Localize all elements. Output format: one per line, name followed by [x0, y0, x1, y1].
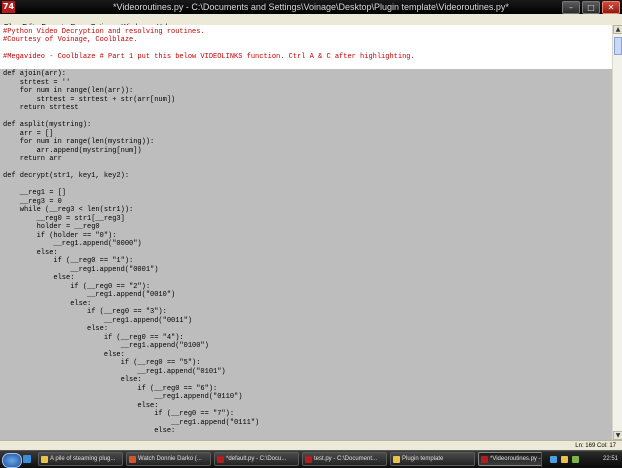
vertical-scrollbar[interactable]: ▲ ▼ [612, 25, 622, 440]
code-line: if (holder == "0"): [3, 231, 117, 240]
comment-line: #Courtesy of Voinage, Coolblaze. [3, 36, 138, 44]
minimize-button[interactable]: – [562, 1, 580, 14]
code-line: def asplit(mystring): [3, 121, 92, 129]
code-line: arr.append(mystring[num]) [3, 146, 142, 155]
taskbar-button[interactable]: Watch Donnie Darko (... [126, 452, 211, 466]
folder-icon [393, 455, 400, 463]
code-line: else: [3, 274, 75, 282]
code-line: __reg1.append("0111") [3, 418, 260, 427]
code-line: while (__reg3 < len(str1)): [3, 206, 134, 214]
code-editor[interactable]: #Python Video Decryption and resolving r… [0, 25, 612, 440]
code-line: __reg1 = [] [3, 189, 67, 197]
code-line: if (__reg0 == "7"): [3, 410, 235, 418]
taskbar-button[interactable]: *default.py - C:\Docu... [214, 452, 299, 466]
code-line: __reg1.append("0100") [3, 342, 209, 350]
code-line: else: [3, 376, 142, 384]
idle-icon [305, 455, 312, 463]
code-line: __reg0 = str1[__reg3] [3, 214, 125, 223]
idle-icon [481, 455, 488, 463]
maximize-button[interactable]: □ [582, 1, 600, 14]
code-line: __reg1.append("0110") [3, 393, 243, 401]
taskbar-button[interactable]: test.py - C:\Document... [302, 452, 387, 466]
taskbar-button[interactable]: A pile of steaming plug... [38, 452, 123, 466]
scroll-up-arrow-icon[interactable]: ▲ [613, 25, 622, 34]
code-line: __reg3 = 0 [3, 197, 62, 206]
code-line: strtest = strtest + str(arr[num]) [3, 95, 176, 104]
code-line: else: [3, 248, 58, 257]
code-line: return strtest [3, 104, 79, 112]
code-line: else: [3, 299, 92, 308]
system-tray: 22:51 [541, 452, 622, 467]
code-line: if (__reg0 == "5"): [3, 359, 201, 367]
quick-launch-icon[interactable] [23, 455, 31, 463]
volume-icon[interactable] [572, 456, 579, 463]
comment-line: #Python Video Decryption and resolving r… [3, 27, 205, 36]
code-line: if (__reg0 == "2"): [3, 282, 151, 291]
idle-icon [217, 455, 224, 463]
code-line: if (__reg0 == "3"): [3, 308, 167, 316]
code-line: def ajoin(arr): [3, 70, 67, 78]
taskbar-button-label: Plugin template [402, 455, 444, 462]
code-line: __reg1.append("0011") [3, 316, 193, 325]
scroll-down-arrow-icon[interactable]: ▼ [613, 431, 622, 440]
code-line: holder = __reg0 [3, 223, 100, 231]
browser-icon [129, 455, 136, 463]
code-line: if (__reg0 == "4"): [3, 333, 184, 342]
close-button[interactable]: ✕ [602, 1, 620, 14]
taskbar: A pile of steaming plug... Watch Donnie D… [0, 450, 622, 468]
code-line: strtest = '' [3, 78, 71, 87]
taskbar-button-label: A pile of steaming plug... [50, 455, 116, 462]
code-line: else: [3, 427, 176, 435]
code-line: else: [3, 401, 159, 410]
taskbar-button-label: *default.py - C:\Docu... [226, 455, 287, 462]
code-line: def decrypt(str1, key1, key2): [3, 172, 130, 180]
network-icon[interactable] [550, 456, 557, 463]
code-line: if (__reg0 == "6"): [3, 384, 218, 393]
code-line: for num in range(len(arr)): [3, 87, 134, 95]
code-line: if (__reg0 == "1"): [3, 257, 134, 265]
code-line: arr = [] [3, 129, 54, 138]
folder-icon [41, 455, 48, 463]
start-button[interactable] [2, 453, 22, 468]
taskbar-button-label: Watch Donnie Darko (... [138, 455, 202, 462]
title-bar[interactable]: 74 *Videoroutines.py - C:\Documents and … [0, 0, 622, 14]
code-line: return arr [3, 155, 62, 163]
code-line: __reg1.append("0001") [3, 265, 159, 274]
code-line: __reg1.append("0101") [3, 367, 226, 376]
scrollbar-thumb[interactable] [614, 37, 622, 55]
clock: 22:51 [602, 456, 618, 462]
taskbar-button[interactable]: Plugin template [390, 452, 475, 466]
code-line: else: [3, 325, 109, 333]
taskbar-button-label: test.py - C:\Document... [314, 455, 378, 462]
window-title: *Videoroutines.py - C:\Documents and Set… [113, 2, 509, 12]
code-line: else: [3, 350, 125, 359]
code-line: for num in range(len(mystring)): [3, 138, 155, 146]
comment-line: #Megavideo - Coolblaze # Part 1 put this… [3, 53, 415, 61]
code-line: __reg1.append("0000") [3, 240, 142, 248]
code-line: __reg1.append("0010") [3, 291, 176, 299]
tray-app-icon[interactable] [561, 456, 568, 463]
